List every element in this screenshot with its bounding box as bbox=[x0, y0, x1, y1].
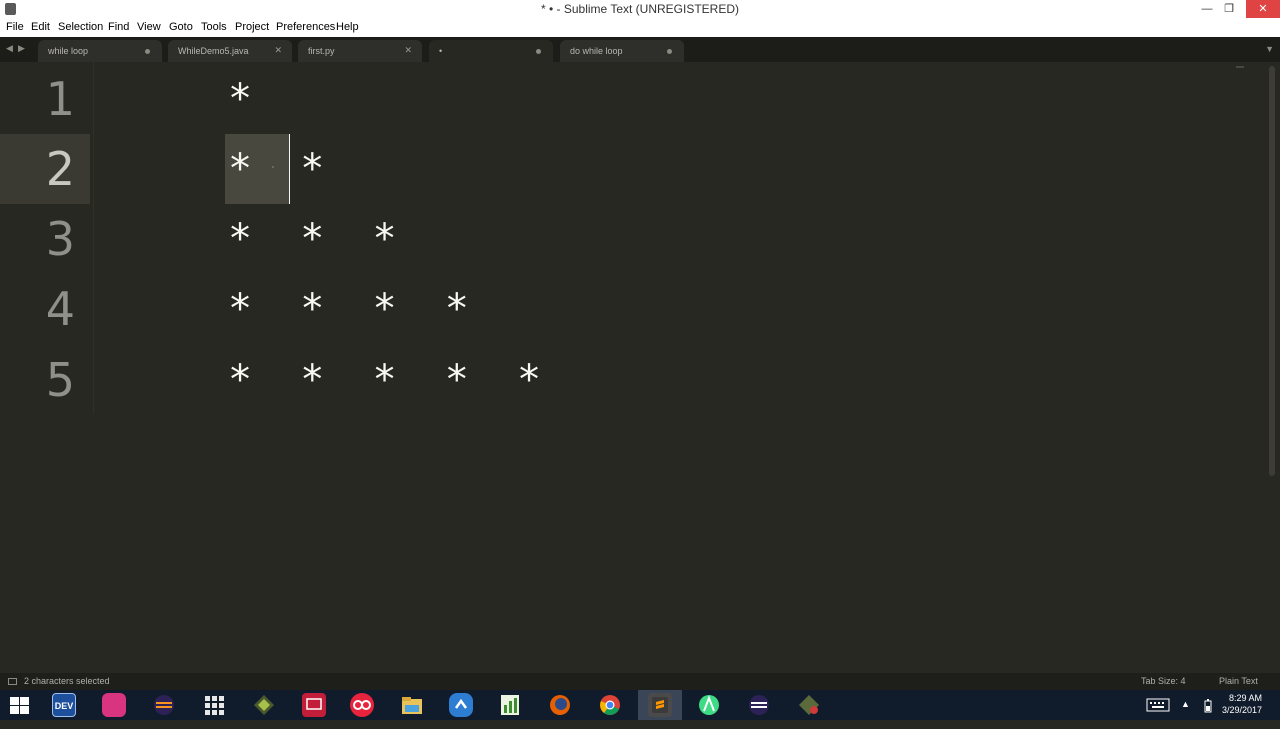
tab-label: • bbox=[439, 46, 443, 56]
clock-time: 8:29 AM bbox=[1228, 693, 1262, 703]
clock-date: 3/29/2017 bbox=[1221, 705, 1262, 715]
tab-label: do while loop bbox=[570, 46, 623, 56]
menu-edit[interactable]: Edit bbox=[31, 21, 50, 33]
menu-tools[interactable]: Tools bbox=[201, 21, 227, 33]
gutter-separator bbox=[93, 62, 94, 414]
line-number: 3 bbox=[45, 212, 75, 266]
window-title: * • - Sublime Text (UNREGISTERED) bbox=[540, 2, 740, 16]
menu-project[interactable]: Project bbox=[235, 21, 269, 33]
tab-label: while loop bbox=[48, 46, 89, 56]
scrollbar-thumb[interactable] bbox=[1269, 66, 1275, 476]
battery-icon[interactable] bbox=[1204, 699, 1212, 729]
minimap[interactable] bbox=[1236, 66, 1244, 68]
tab-whiledemo5-java[interactable]: WhileDemo5.java ✕ bbox=[168, 40, 292, 62]
code-line-2[interactable]: * * bbox=[228, 134, 324, 204]
line-number: 1 bbox=[45, 72, 75, 126]
tool-icon[interactable] bbox=[797, 693, 821, 717]
menu-bar: File Edit Selection Find View Goto Tools… bbox=[0, 19, 1280, 37]
close-tab-icon[interactable]: ✕ bbox=[404, 45, 412, 56]
flickr-icon[interactable] bbox=[350, 693, 374, 717]
eclipse-icon[interactable] bbox=[747, 693, 771, 717]
syntax-indicator[interactable]: Plain Text bbox=[1219, 676, 1258, 686]
devcpp-icon[interactable]: DEV bbox=[52, 693, 76, 717]
menu-find[interactable]: Find bbox=[108, 21, 129, 33]
code-line-1[interactable]: * bbox=[228, 64, 252, 134]
firefox-icon[interactable] bbox=[548, 693, 572, 717]
minimize-icon[interactable]: — bbox=[1196, 1, 1218, 17]
line-number: 4 bbox=[45, 282, 75, 336]
panel-toggle-icon[interactable] bbox=[8, 678, 17, 685]
tab-label: first.py bbox=[308, 46, 335, 56]
apps-grid-icon[interactable] bbox=[202, 693, 226, 717]
code-line-5[interactable]: * * * * * bbox=[228, 345, 541, 415]
tab-list-dropdown-icon[interactable]: ▼ bbox=[1265, 44, 1274, 54]
tab-do-while-loop[interactable]: do while loop bbox=[560, 40, 684, 62]
system-clock[interactable]: 8:29 AM 3/29/2017 bbox=[1222, 692, 1262, 716]
line-number-current: 2 bbox=[45, 142, 75, 196]
tab-first-py[interactable]: first.py ✕ bbox=[298, 40, 422, 62]
line-number: 5 bbox=[45, 353, 75, 407]
sync-icon[interactable] bbox=[449, 693, 473, 717]
media-icon[interactable] bbox=[302, 693, 326, 717]
tab-next-icon[interactable]: ▶ bbox=[18, 43, 25, 54]
android-studio-icon[interactable] bbox=[697, 693, 721, 717]
close-tab-icon[interactable]: ✕ bbox=[274, 45, 282, 56]
chrome-icon[interactable] bbox=[598, 693, 622, 717]
tab-size-indicator[interactable]: Tab Size: 4 bbox=[1141, 676, 1186, 686]
restore-icon[interactable]: ❐ bbox=[1218, 1, 1240, 17]
tab-prev-icon[interactable]: ◀ bbox=[6, 43, 13, 54]
menu-goto[interactable]: Goto bbox=[169, 21, 193, 33]
menu-preferences[interactable]: Preferences bbox=[276, 21, 335, 33]
spreadsheet-icon[interactable] bbox=[498, 693, 522, 717]
editor-area[interactable]: 1 2 3 4 5 * * * * * * * * * * * * * * * bbox=[0, 62, 1266, 673]
code-line-3[interactable]: * * * bbox=[228, 204, 397, 274]
app-icon[interactable] bbox=[102, 693, 126, 717]
tray-expand-icon[interactable]: ▲ bbox=[1181, 699, 1190, 729]
windows-start-icon[interactable] bbox=[10, 697, 30, 714]
vertical-scrollbar[interactable] bbox=[1266, 62, 1280, 673]
modified-dot-icon[interactable] bbox=[667, 49, 672, 54]
menu-help[interactable]: Help bbox=[336, 21, 359, 33]
menu-view[interactable]: View bbox=[137, 21, 161, 33]
editor-icon[interactable] bbox=[252, 693, 276, 717]
menu-selection[interactable]: Selection bbox=[58, 21, 103, 33]
keyboard-icon[interactable] bbox=[1146, 698, 1170, 728]
file-explorer-icon[interactable] bbox=[400, 693, 424, 717]
modified-dot-icon[interactable] bbox=[145, 49, 150, 54]
tab-label: WhileDemo5.java bbox=[178, 46, 249, 56]
modified-dot-icon[interactable] bbox=[536, 49, 541, 54]
code-line-4[interactable]: * * * * bbox=[228, 274, 469, 344]
tab-bar: ◀ ▶ while loop WhileDemo5.java ✕ first.p… bbox=[0, 37, 1280, 62]
eclipse-icon[interactable] bbox=[152, 693, 176, 717]
status-bar: 2 characters selected Tab Size: 4 Plain … bbox=[0, 673, 1280, 690]
taskbar: DEV ▲ 8:29 AM 3/29/2017 bbox=[0, 690, 1280, 720]
tab-while-loop[interactable]: while loop bbox=[38, 40, 162, 62]
menu-file[interactable]: File bbox=[6, 21, 24, 33]
selection-status: 2 characters selected bbox=[24, 676, 110, 686]
tab-untitled-active[interactable]: • bbox=[429, 40, 553, 62]
close-icon[interactable]: ✕ bbox=[1246, 0, 1280, 18]
title-bar: * • - Sublime Text (UNREGISTERED) — ❐ ✕ bbox=[0, 0, 1280, 20]
sublime-text-icon[interactable] bbox=[648, 693, 672, 717]
